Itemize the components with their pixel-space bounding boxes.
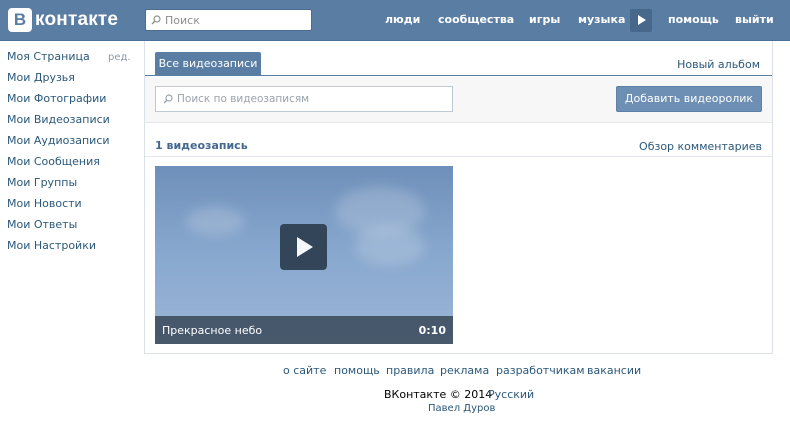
global-search[interactable] — [145, 9, 312, 31]
play-icon[interactable] — [630, 9, 652, 32]
video-content-panel: Все видеозаписи Новый альбом Добавить ви… — [144, 41, 773, 354]
footer-author[interactable]: Павел Дуров — [428, 403, 495, 414]
video-thumbnail[interactable]: Прекрасное небо 0:10 — [155, 166, 453, 344]
video-count-row: 1 видеозапись Обзор комментариев — [145, 135, 772, 157]
logo-text: контакте — [35, 9, 119, 30]
footer-jobs[interactable]: вакансии — [587, 364, 641, 377]
video-play-icon[interactable] — [280, 224, 327, 270]
tabs-bar: Все видеозаписи Новый альбом — [145, 41, 772, 76]
global-search-input[interactable] — [165, 13, 305, 27]
tab-all-videos[interactable]: Все видеозаписи — [155, 52, 261, 76]
footer-ads[interactable]: реклама — [440, 364, 489, 377]
sidebar-item-groups[interactable]: Мои Группы — [7, 176, 77, 189]
sidebar-item-my-page[interactable]: Моя Страница — [7, 50, 90, 63]
footer-links: о сайте помощь правила реклама разработч… — [0, 364, 790, 378]
sidebar-item-friends[interactable]: Мои Друзья — [7, 71, 75, 84]
video-count: 1 видеозапись — [155, 139, 248, 152]
sidebar-item-news[interactable]: Мои Новости — [7, 197, 82, 210]
footer-about[interactable]: о сайте — [283, 364, 326, 377]
video-search-box[interactable] — [155, 86, 453, 112]
footer-language[interactable]: Русский — [488, 388, 534, 401]
sidebar-item-photos[interactable]: Мои Фотографии — [7, 92, 106, 105]
sidebar-item-answers[interactable]: Мои Ответы — [7, 218, 77, 231]
nav-logout[interactable]: выйти — [735, 13, 774, 26]
footer-help[interactable]: помощь — [334, 364, 380, 377]
search-icon — [163, 94, 173, 104]
sidebar-item-settings[interactable]: Мои Настройки — [7, 239, 96, 252]
logo-letter: В — [8, 8, 32, 32]
nav-help[interactable]: помощь — [668, 13, 719, 26]
vk-logo[interactable]: В контакте — [8, 8, 118, 32]
add-video-button[interactable]: Добавить видеоролик — [616, 86, 762, 112]
sidebar-edit-link[interactable]: ред. — [108, 52, 131, 63]
footer-developers[interactable]: разработчикам — [496, 364, 585, 377]
sidebar-item-audio[interactable]: Мои Аудиозаписи — [7, 134, 110, 147]
video-duration: 0:10 — [418, 324, 446, 337]
video-caption-bar: Прекрасное небо 0:10 — [155, 316, 453, 344]
sidebar-item-videos[interactable]: Мои Видеозаписи — [7, 113, 110, 126]
new-album-link[interactable]: Новый альбом — [677, 58, 760, 71]
sidebar-item-messages[interactable]: Мои Сообщения — [7, 155, 100, 168]
video-search-row: Добавить видеоролик — [145, 77, 772, 123]
footer-rules[interactable]: правила — [386, 364, 434, 377]
top-header: В контакте люди сообщества игры музыка п… — [0, 0, 790, 41]
video-search-input[interactable] — [177, 93, 437, 105]
nav-music[interactable]: музыка — [578, 13, 625, 26]
page: В контакте люди сообщества игры музыка п… — [0, 0, 790, 427]
comments-overview-link[interactable]: Обзор комментариев — [639, 140, 762, 153]
nav-people[interactable]: люди — [385, 13, 420, 26]
search-icon — [151, 15, 161, 25]
footer-copyright: ВКонтакте © 2014 — [384, 388, 493, 401]
nav-games[interactable]: игры — [529, 13, 560, 26]
nav-communities[interactable]: сообщества — [438, 13, 514, 26]
video-title[interactable]: Прекрасное небо — [162, 324, 262, 337]
